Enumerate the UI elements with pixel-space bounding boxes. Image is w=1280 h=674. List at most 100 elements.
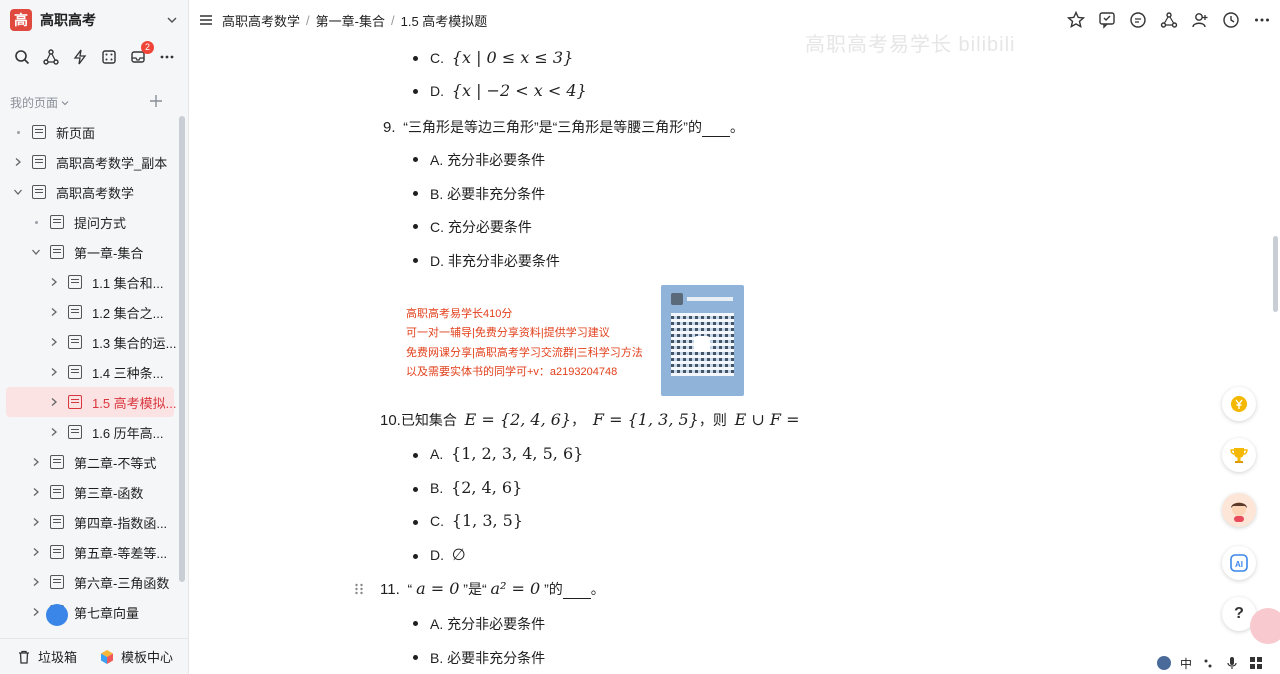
template-center-button[interactable]: 模板中心 (99, 647, 173, 666)
chevron-right-icon[interactable] (48, 276, 60, 288)
sidebar-item[interactable]: 1.5 高考模拟... (6, 387, 177, 417)
apps-grid-icon[interactable] (1248, 655, 1264, 671)
chevron-right-icon[interactable] (30, 516, 42, 528)
breadcrumb-item[interactable]: 第一章-集合 (316, 11, 385, 30)
chevron-down-icon[interactable] (30, 246, 42, 258)
chevron-right-icon[interactable] (30, 486, 42, 498)
dice-icon[interactable] (99, 47, 119, 67)
document-icon (50, 215, 64, 229)
coin-button[interactable] (1222, 387, 1256, 421)
chevron-down-icon[interactable] (164, 12, 180, 28)
q8-option-d: D. {x | −2 < x < 4} (430, 81, 587, 100)
share-user-icon[interactable] (1190, 10, 1210, 30)
ime-language[interactable]: 中 (1180, 655, 1192, 672)
sidebar-item[interactable]: 第一章-集合 (0, 237, 180, 267)
sidebar-item[interactable]: 第三章-函数 (0, 477, 180, 507)
sidebar-item-label: 第七章向量 (74, 605, 140, 621)
chevron-right-icon[interactable] (48, 396, 60, 408)
sidebar-item[interactable]: 第五章-等差等... (0, 537, 180, 567)
svg-text:AI: AI (1235, 560, 1243, 569)
q10-option-b: B. {2, 4, 6} (430, 478, 523, 497)
promo-line-1: 高职高考易学长410分 (406, 308, 513, 320)
ai-button[interactable]: AI (1222, 546, 1256, 580)
chevron-right-icon[interactable] (30, 546, 42, 558)
punctuation-icon[interactable] (1200, 655, 1216, 671)
trophy-button[interactable] (1222, 438, 1256, 472)
sidebar-item-label: 1.5 高考模拟... (92, 395, 177, 411)
my-pages-label: 我的页面 (10, 96, 59, 110)
inbox-icon[interactable]: 2 (128, 41, 154, 67)
more-icon[interactable] (157, 47, 177, 67)
workspace-switcher[interactable]: 高 高职高考 (10, 8, 180, 32)
sidebar-item[interactable]: 1.1 集合和... (0, 267, 180, 297)
sidebar-item[interactable]: 高职高考数学_副本 (0, 147, 180, 177)
sidebar-item-label: 提问方式 (74, 215, 127, 231)
chevron-right-icon[interactable] (30, 576, 42, 588)
sidebar-item[interactable]: 提问方式 (0, 207, 180, 237)
document-icon (68, 395, 82, 409)
breadcrumb-item[interactable]: 高职高考数学 (222, 11, 300, 30)
add-page-icon[interactable] (148, 93, 164, 109)
translate-icon[interactable] (1250, 608, 1280, 644)
q9-option-b: B. 必要非充分条件 (430, 186, 546, 202)
drag-handle-icon[interactable] (354, 582, 364, 596)
chevron-down-icon[interactable] (12, 186, 24, 198)
chevron-right-icon[interactable] (30, 606, 42, 618)
sidebar-item-label: 1.4 三种条... (92, 365, 164, 381)
breadcrumb-item[interactable]: 1.5 高考模拟题 (401, 11, 488, 30)
top-toolbar (1066, 10, 1272, 30)
history-icon[interactable] (1221, 10, 1241, 30)
document-icon (50, 545, 64, 559)
content-scrollbar[interactable] (1273, 236, 1278, 312)
sidebar-item[interactable]: 高职高考数学 (0, 177, 180, 207)
my-pages-header[interactable]: 我的页面 (10, 94, 70, 111)
video-watermark: 高职高考易学长 bilibili (805, 34, 1016, 56)
graph-icon[interactable] (41, 47, 61, 67)
sidebar-item[interactable]: 第四章-指数函... (0, 507, 180, 537)
chevron-right-icon[interactable] (48, 426, 60, 438)
sidebar-item-label: 新页面 (56, 125, 96, 141)
sidebar-item[interactable]: 第七章向量 (0, 597, 180, 627)
chevron-right-icon[interactable] (12, 156, 24, 168)
sidebar-item[interactable]: 1.6 历年高... (0, 417, 180, 447)
sidebar-toolbar: 2 (12, 41, 177, 67)
graph-view-icon[interactable] (1159, 10, 1179, 30)
bullet (413, 89, 418, 94)
question-10: 10.已知集合 E = {2, 4, 6}， F = {1, 3, 5}，则 E… (380, 410, 800, 429)
microphone-icon[interactable] (1224, 655, 1240, 671)
search-icon[interactable] (12, 47, 32, 67)
bullet (413, 453, 418, 458)
sidebar-item-label: 1.1 集合和... (92, 275, 164, 291)
chevron-right-icon[interactable] (48, 306, 60, 318)
quick-action-icon[interactable] (70, 47, 90, 67)
more-icon[interactable] (1252, 10, 1272, 30)
bullet (413, 157, 418, 162)
sidebar-item[interactable]: 新页面 (0, 117, 180, 147)
menu-icon[interactable] (198, 12, 214, 28)
sidebar-item-label: 第二章-不等式 (74, 455, 157, 471)
ime-logo-icon[interactable] (1156, 655, 1172, 671)
sidebar-scrollbar[interactable] (179, 116, 185, 582)
sidebar-item[interactable]: 第二章-不等式 (0, 447, 180, 477)
chevron-right-icon[interactable] (30, 456, 42, 468)
document-icon (68, 425, 82, 439)
bullet (413, 191, 418, 196)
chevron-right-icon[interactable] (48, 336, 60, 348)
trophy-icon (1230, 448, 1248, 463)
comment-icon[interactable] (1128, 10, 1148, 30)
document-icon (50, 245, 64, 259)
star-icon[interactable] (1066, 10, 1086, 30)
document-icon (68, 275, 82, 289)
chevron-right-icon[interactable] (48, 366, 60, 378)
assistant-avatar[interactable] (1222, 493, 1256, 527)
sidebar-item[interactable]: 1.2 集合之... (0, 297, 180, 327)
document-icon (50, 515, 64, 529)
sidebar-item[interactable]: 1.3 集合的运... (0, 327, 180, 357)
trash-button[interactable]: 垃圾箱 (16, 647, 77, 666)
system-tray: 中 (1152, 652, 1280, 674)
sidebar-item[interactable]: 1.4 三种条... (0, 357, 180, 387)
sidebar-item[interactable]: 第六章-三角函数 (0, 567, 180, 597)
q9-option-c: C. 充分必要条件 (430, 219, 532, 235)
promo-line-4: 以及需要实体书的同学可+v：a2193204748 (406, 366, 618, 378)
feedback-icon[interactable] (1097, 10, 1117, 30)
